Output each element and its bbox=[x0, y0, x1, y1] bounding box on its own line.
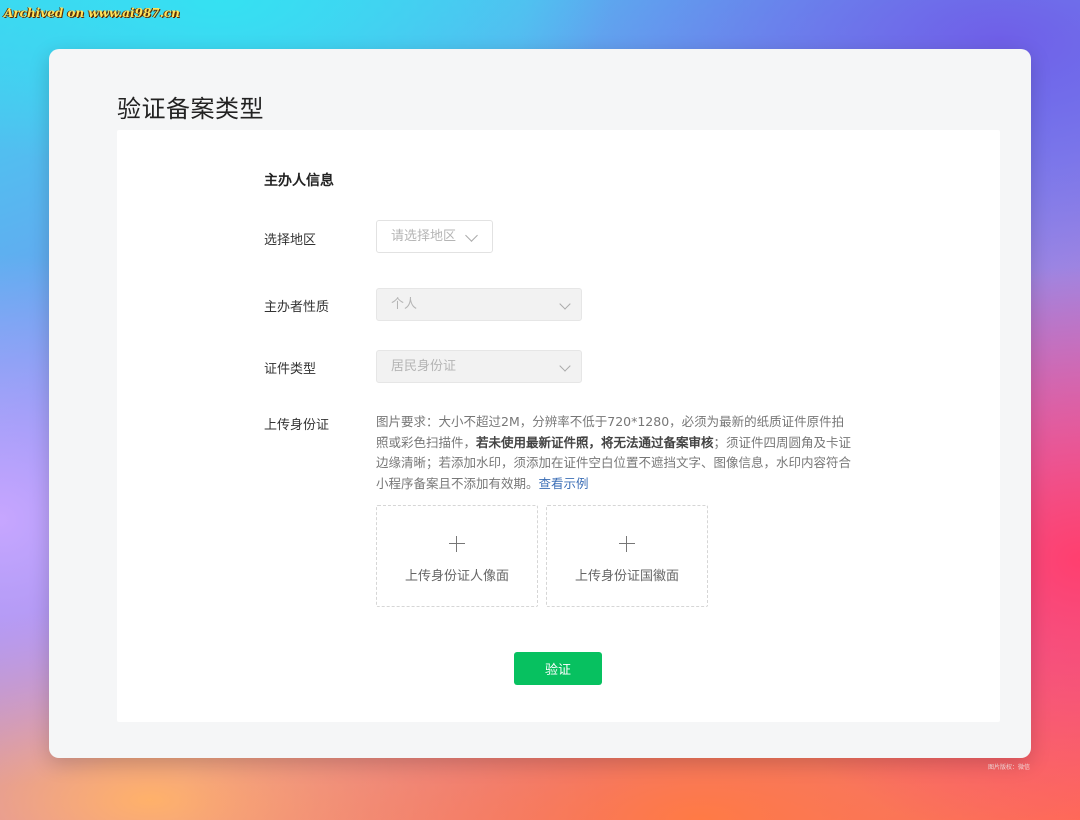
id-type-label: 证件类型 bbox=[264, 362, 317, 377]
upload-id-label: 上传身份证 bbox=[264, 418, 330, 433]
region-select[interactable]: 请选择地区 bbox=[376, 220, 493, 253]
copyright-mark: 图片版权：微信 bbox=[987, 764, 1030, 771]
plus-icon bbox=[619, 536, 635, 552]
region-placeholder: 请选择地区 bbox=[391, 229, 457, 244]
host-type-select[interactable]: 个人 bbox=[376, 288, 582, 321]
verify-button[interactable]: 验证 bbox=[514, 652, 602, 685]
chevron-down-icon bbox=[559, 359, 571, 372]
region-label: 选择地区 bbox=[264, 233, 317, 248]
chevron-down-icon bbox=[559, 297, 571, 310]
host-type-value: 个人 bbox=[391, 297, 418, 312]
id-type-value: 居民身份证 bbox=[391, 359, 457, 374]
upload-requirements: 图片要求：大小不超过2M，分辨率不低于720*1280，必须为最新的纸质证件原件… bbox=[376, 412, 856, 494]
requirements-warning: 若未使用最新证件照，将无法通过备案审核 bbox=[476, 434, 714, 450]
upload-front-label: 上传身份证人像面 bbox=[404, 569, 509, 584]
app-window: 验证备案类型 主办人信息 选择地区 请选择地区 主办者性质 个人 证件类型 居民… bbox=[49, 49, 1031, 758]
plus-icon bbox=[449, 536, 465, 552]
upload-front-box[interactable]: 上传身份证人像面 bbox=[376, 505, 538, 607]
section-title: 主办人信息 bbox=[264, 173, 334, 189]
host-type-label: 主办者性质 bbox=[264, 300, 330, 315]
view-example-link[interactable]: 查看示例 bbox=[539, 476, 589, 491]
form-panel: 主办人信息 选择地区 请选择地区 主办者性质 个人 证件类型 居民身份证 上传身… bbox=[117, 130, 1000, 722]
chevron-down-icon bbox=[465, 228, 478, 242]
upload-back-label: 上传身份证国徽面 bbox=[574, 569, 679, 584]
watermark: Archived on www.ai987.cn bbox=[4, 6, 180, 20]
page-title: 验证备案类型 bbox=[117, 95, 264, 124]
upload-back-box[interactable]: 上传身份证国徽面 bbox=[546, 505, 708, 607]
id-type-select[interactable]: 居民身份证 bbox=[376, 350, 582, 383]
